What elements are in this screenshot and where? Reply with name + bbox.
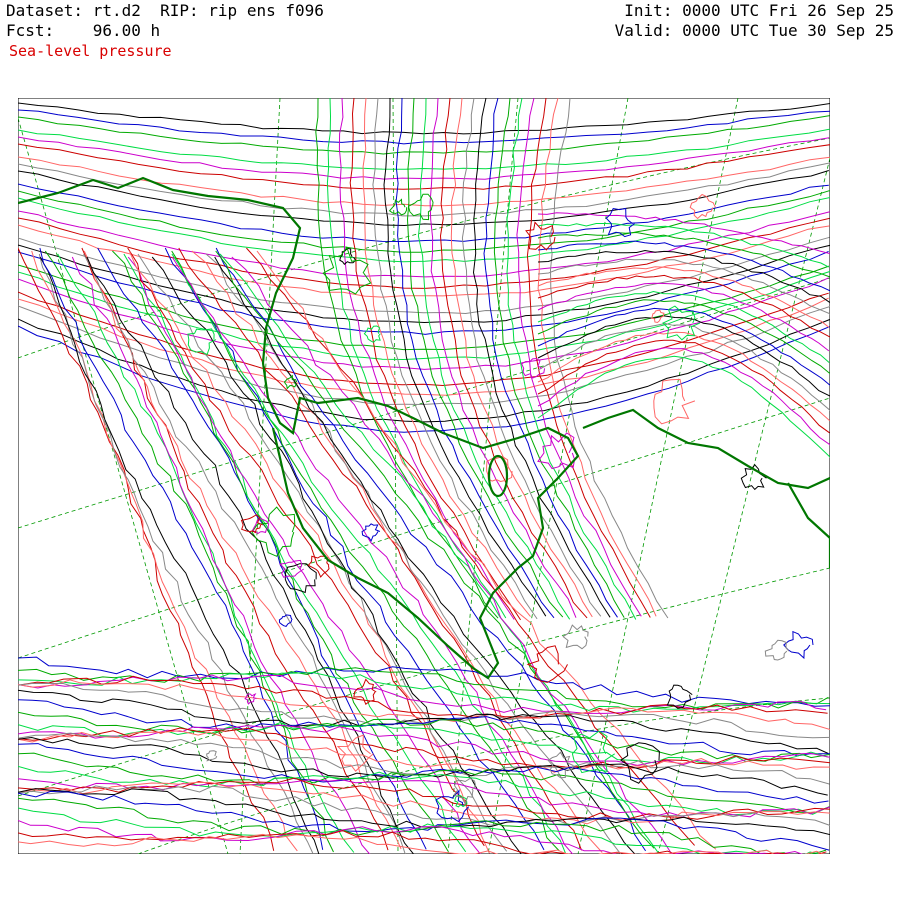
field-label: Sea-level pressure bbox=[9, 42, 172, 60]
forecast-hour: Fcst: 96.00 h bbox=[6, 21, 161, 40]
dataset-info: Dataset: rt.d2 RIP: rip ens f096 bbox=[6, 1, 324, 20]
init-time: Init: 0000 UTC Fri 26 Sep 25 bbox=[624, 1, 894, 20]
valid-time: Valid: 0000 UTC Tue 30 Sep 25 bbox=[614, 21, 894, 40]
pressure-contour-map bbox=[18, 98, 830, 854]
